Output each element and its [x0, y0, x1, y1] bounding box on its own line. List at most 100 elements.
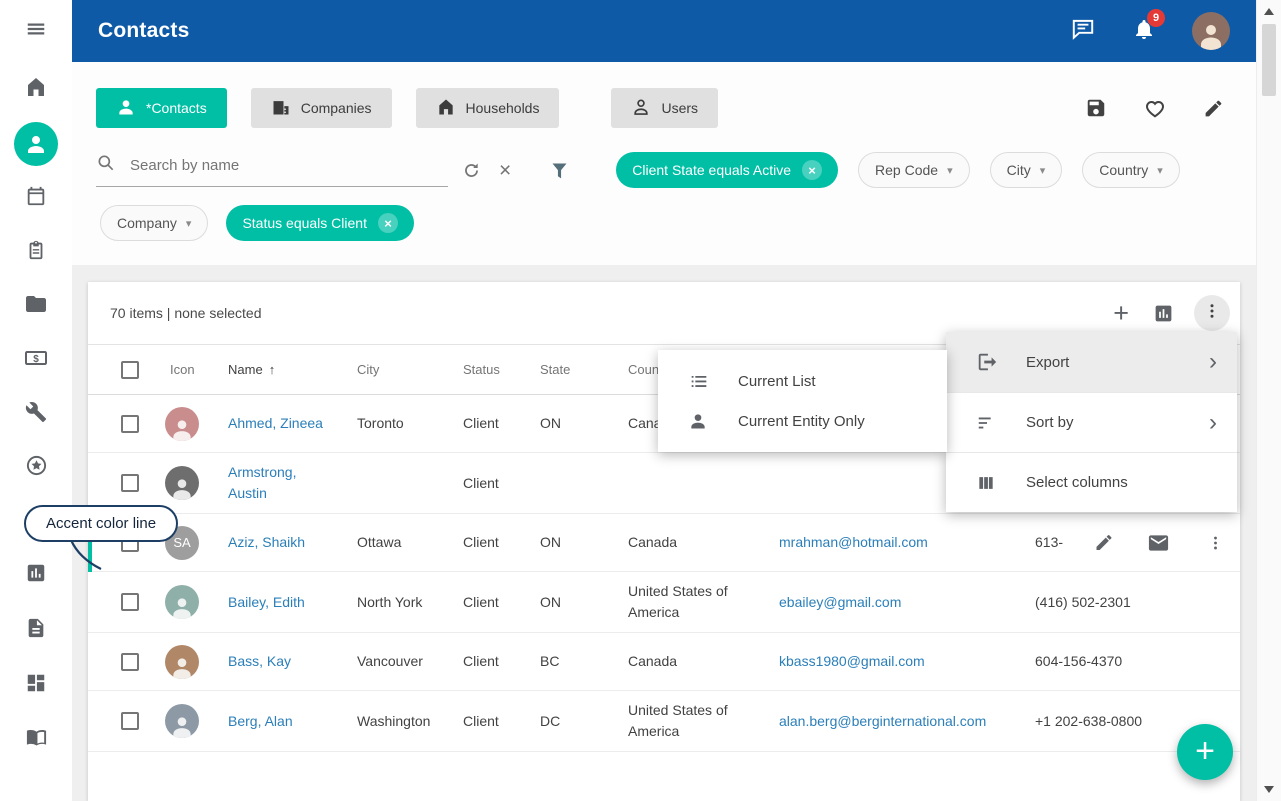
edit-row-icon[interactable] — [1094, 533, 1114, 553]
sidebar-item-tools[interactable] — [12, 390, 60, 438]
sidebar-item-billing[interactable]: $ — [12, 336, 60, 384]
filter-chip-rep-code[interactable]: Rep Code ▾ — [858, 152, 970, 188]
contact-name-link[interactable]: Aziz, Shaikh — [228, 534, 305, 550]
contact-avatar — [165, 466, 199, 500]
column-header-name[interactable]: Name ↑ — [218, 351, 347, 389]
remove-filter-icon[interactable]: × — [802, 160, 822, 180]
caret-down-icon: ▾ — [186, 217, 192, 230]
sidebar-item-home[interactable] — [12, 65, 60, 113]
menu-item-sort-by[interactable]: Sort by › — [946, 392, 1237, 452]
email-row-icon[interactable] — [1147, 531, 1170, 554]
plus-icon: + — [1195, 734, 1215, 768]
filter-chip-status[interactable]: Status equals Client × — [226, 205, 414, 241]
submenu-item-current-list[interactable]: Current List — [658, 361, 947, 401]
column-header-icon[interactable]: Icon — [146, 360, 218, 380]
menu-item-export[interactable]: Export › — [946, 332, 1237, 392]
contact-name-link[interactable]: Bass, Kay — [228, 653, 291, 669]
search-field — [96, 153, 448, 187]
menu-item-select-columns[interactable]: Select columns — [946, 452, 1237, 512]
contact-email-link[interactable]: kbass1980@gmail.com — [779, 653, 925, 669]
filter-chip-company[interactable]: Company ▾ — [100, 205, 208, 241]
column-header-status[interactable]: Status — [453, 351, 530, 389]
hamburger-icon — [25, 18, 47, 45]
list-menu-button[interactable] — [1194, 295, 1230, 331]
money-icon: $ — [24, 346, 48, 375]
table-row[interactable]: Bailey, Edith North York Client ON Unite… — [88, 572, 1240, 633]
submenu-item-current-entity-only[interactable]: Current Entity Only — [658, 401, 947, 441]
sidebar-item-contacts[interactable] — [14, 122, 58, 166]
contact-email-link[interactable]: alan.berg@berginternational.com — [779, 713, 986, 729]
row-checkbox[interactable] — [121, 474, 139, 492]
calendar-icon — [25, 185, 47, 212]
sidebar-item-documents[interactable] — [12, 606, 60, 654]
sidebar-item-tasks[interactable] — [12, 228, 60, 276]
save-icon[interactable] — [1085, 97, 1107, 119]
row-checkbox[interactable] — [121, 593, 139, 611]
row-checkbox[interactable] — [121, 653, 139, 671]
edit-icon[interactable] — [1203, 98, 1224, 119]
annotation-pointer — [68, 540, 104, 572]
sidebar-item-files[interactable] — [12, 282, 60, 330]
add-column-icon[interactable]: + — [1109, 300, 1133, 327]
contact-name-link[interactable]: Ahmed, Zineea — [228, 415, 323, 431]
contact-name-link[interactable]: Armstrong, Austin — [228, 464, 296, 501]
tab-users[interactable]: Users — [611, 88, 718, 128]
kebab-icon — [1203, 302, 1221, 325]
heart-icon[interactable] — [1143, 96, 1167, 120]
chevron-right-icon: › — [1209, 350, 1217, 374]
person-icon — [688, 411, 712, 431]
contact-name-link[interactable]: Berg, Alan — [228, 713, 293, 729]
tab-contacts[interactable]: *Contacts — [96, 88, 227, 128]
select-all-checkbox[interactable] — [121, 361, 139, 379]
table-row[interactable]: SA Aziz, Shaikh Ottawa Client ON Canada … — [88, 514, 1240, 572]
house-icon — [436, 97, 456, 120]
filter-chip-country[interactable]: Country ▾ — [1082, 152, 1180, 188]
column-header-state[interactable]: State — [530, 351, 618, 389]
columns-icon — [976, 473, 1000, 493]
annotation-label: Accent color line — [24, 505, 178, 542]
annotation-callout: Accent color line — [24, 505, 178, 542]
sidebar-item-favorites[interactable] — [12, 444, 60, 492]
add-contact-button[interactable]: + — [1177, 724, 1233, 780]
tab-households[interactable]: Households — [416, 88, 560, 128]
contact-email-link[interactable]: mrahman@hotmail.com — [779, 534, 928, 550]
sidebar-item-analytics[interactable] — [12, 551, 60, 599]
filter-chip-client-state[interactable]: Client State equals Active × — [616, 152, 838, 188]
sidebar-item-dashboard[interactable] — [12, 661, 60, 709]
row-checkbox[interactable] — [121, 712, 139, 730]
vertical-scrollbar[interactable] — [1256, 0, 1281, 801]
contact-email-link[interactable]: ebailey@gmail.com — [779, 594, 901, 610]
table-row[interactable]: Bass, Kay Vancouver Client BC Canada kba… — [88, 633, 1240, 691]
sort-ascending-icon: ↑ — [269, 360, 276, 380]
sidebar-item-library[interactable] — [12, 716, 60, 764]
remove-filter-icon[interactable]: × — [378, 213, 398, 233]
row-menu-icon[interactable] — [1203, 534, 1228, 551]
scroll-up-icon[interactable] — [1264, 8, 1274, 15]
notifications-button[interactable]: 9 — [1132, 17, 1156, 46]
clear-search-icon[interactable]: × — [499, 160, 511, 181]
notification-badge: 9 — [1147, 9, 1165, 27]
tab-companies[interactable]: Companies — [251, 88, 392, 128]
cell-country: Canada — [618, 523, 769, 562]
scrollbar-thumb[interactable] — [1262, 24, 1276, 96]
cell-city: North York — [347, 583, 453, 622]
user-avatar[interactable] — [1192, 12, 1230, 50]
scroll-down-icon[interactable] — [1264, 786, 1274, 793]
column-header-city[interactable]: City — [347, 351, 453, 389]
row-checkbox[interactable] — [121, 415, 139, 433]
chat-button[interactable] — [1070, 16, 1096, 47]
contact-name-link[interactable]: Bailey, Edith — [228, 594, 305, 610]
filter-icon[interactable] — [549, 160, 570, 181]
filter-chip-city[interactable]: City ▾ — [990, 152, 1063, 188]
sidebar-item-calendar[interactable] — [12, 174, 60, 222]
bar-chart-icon — [25, 562, 47, 589]
home-icon — [24, 75, 48, 104]
search-input[interactable] — [128, 156, 448, 175]
cell-phone: (416) 502-2301 — [1025, 583, 1240, 622]
menu-button[interactable] — [12, 7, 60, 55]
cell-status: Client — [453, 464, 530, 503]
caret-down-icon: ▾ — [1157, 164, 1163, 177]
refresh-icon[interactable] — [462, 161, 481, 180]
table-row[interactable]: Berg, Alan Washington Client DC United S… — [88, 691, 1240, 752]
chart-view-icon[interactable] — [1153, 303, 1174, 324]
